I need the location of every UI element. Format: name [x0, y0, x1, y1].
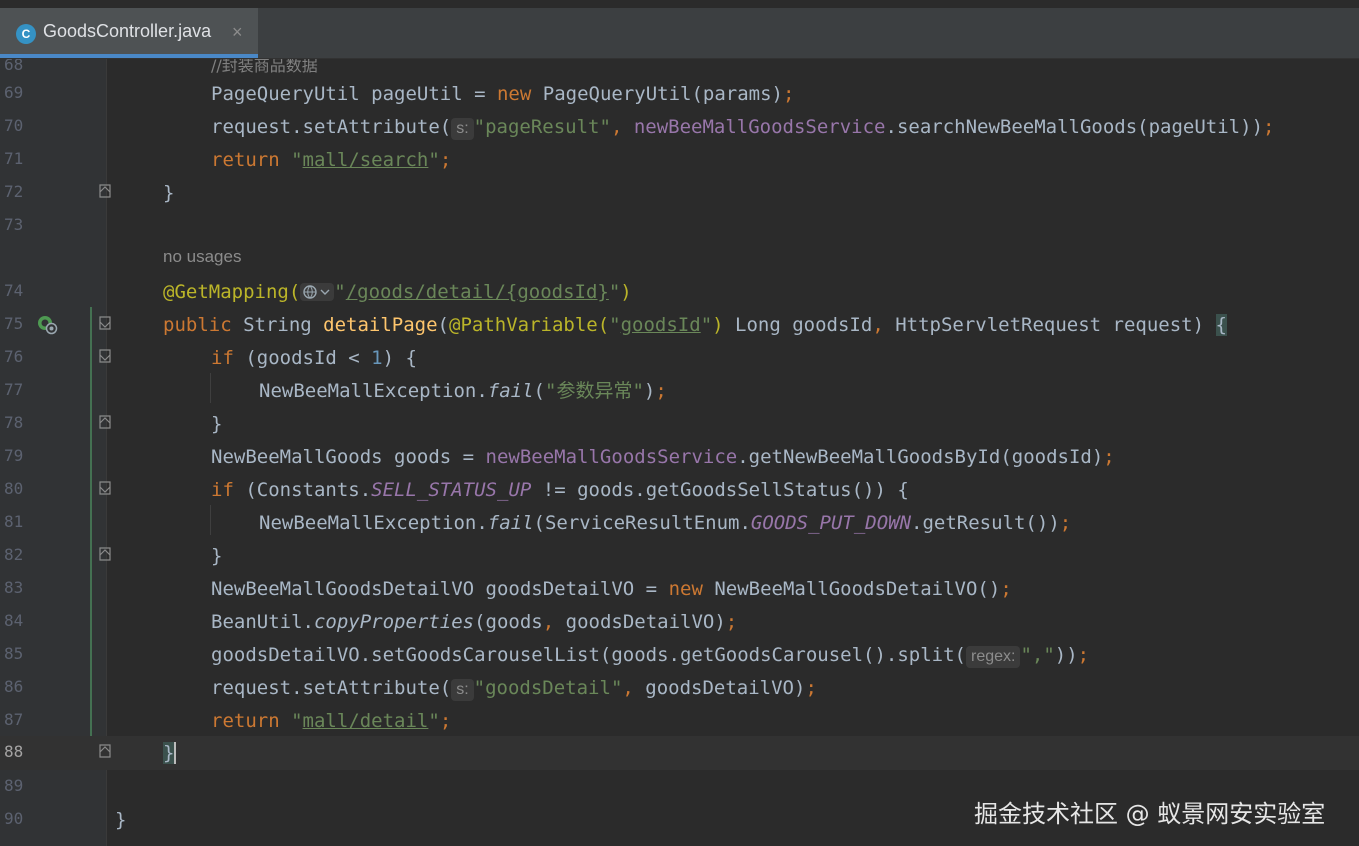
- ide-window: C GoodsController.java × 68 //封装商品数据 69 …: [0, 0, 1359, 846]
- fold-start-icon[interactable]: [99, 481, 111, 495]
- line-number: 89: [4, 776, 24, 795]
- code-text: }: [163, 182, 175, 204]
- code-line-70: 70 request.setAttribute(s: "pageResult", …: [0, 110, 1359, 143]
- code-line-75: 75 public String detailPage(@PathVariabl…: [0, 308, 1359, 341]
- param-hint: regex:: [965, 646, 1021, 668]
- globe-icon[interactable]: [300, 283, 335, 301]
- line-number: 74: [4, 281, 24, 300]
- java-class-icon: C: [16, 24, 36, 44]
- fold-end-icon[interactable]: [99, 744, 111, 758]
- code-text: NewBeeMallGoodsDetailVO goodsDetailVO = …: [211, 578, 1012, 600]
- line-number: 70: [4, 116, 24, 135]
- line-number: 69: [4, 83, 24, 102]
- code-text: PageQueryUtil pageUtil = new PageQueryUt…: [211, 83, 795, 105]
- line-number: 81: [4, 512, 24, 531]
- code-line-85: 85 goodsDetailVO.setGoodsCarouselList(go…: [0, 638, 1359, 671]
- code-text: }: [163, 742, 177, 764]
- code-line-78: 78 }: [0, 407, 1359, 440]
- editor-tab-bar: C GoodsController.java ×: [0, 8, 1359, 59]
- code-line-74: 74 @GetMapping("/goods/detail/{goodsId}"…: [0, 275, 1359, 308]
- code-line-73: 73: [0, 209, 1359, 242]
- param-hint: s:: [451, 118, 474, 140]
- line-number: 71: [4, 149, 24, 168]
- line-number: 75: [4, 314, 24, 333]
- code-text: }: [211, 545, 223, 567]
- watermark: 掘金技术社区 @ 蚁景网安实验室: [974, 800, 1326, 828]
- line-number: 90: [4, 809, 24, 828]
- fold-start-icon[interactable]: [99, 349, 111, 363]
- param-hint: s:: [451, 679, 474, 701]
- top-strip: [0, 0, 1359, 8]
- line-number: 68: [4, 59, 24, 74]
- code-line-84: 84 BeanUtil.copyProperties(goods, goodsD…: [0, 605, 1359, 638]
- line-number: 83: [4, 578, 24, 597]
- line-number: 84: [4, 611, 24, 630]
- code-line-72: 72 }: [0, 176, 1359, 209]
- fold-end-icon[interactable]: [99, 184, 111, 198]
- code-line-87: 87 return "mall/detail";: [0, 704, 1359, 737]
- code-text: public String detailPage(@PathVariable("…: [163, 314, 1227, 336]
- code-text: NewBeeMallException.fail("参数异常");: [259, 380, 667, 402]
- line-number: 79: [4, 446, 24, 465]
- tab-title: GoodsController.java: [43, 21, 212, 41]
- code-line-83: 83 NewBeeMallGoodsDetailVO goodsDetailVO…: [0, 572, 1359, 605]
- code-line-88-current: 88 }: [0, 736, 1359, 770]
- code-line-71: 71 return "mall/search";: [0, 143, 1359, 176]
- code-text: if (goodsId < 1) {: [211, 347, 417, 369]
- line-number: 85: [4, 644, 24, 663]
- line-number: 80: [4, 479, 24, 498]
- code-line-82: 82 }: [0, 539, 1359, 572]
- code-text: request.setAttribute(s: "pageResult", new…: [211, 116, 1275, 140]
- code-text: return "mall/detail";: [211, 710, 452, 732]
- line-number: 77: [4, 380, 24, 399]
- code-line-86: 86 request.setAttribute(s: "goodsDetail",…: [0, 671, 1359, 704]
- code-text: request.setAttribute(s: "goodsDetail", go…: [211, 677, 817, 701]
- code-text: if (Constants.SELL_STATUS_UP != goods.ge…: [211, 479, 909, 501]
- fold-start-icon[interactable]: [99, 316, 111, 330]
- code-comment: //封装商品数据: [211, 59, 318, 75]
- code-line-77: 77 NewBeeMallException.fail("参数异常");: [0, 374, 1359, 407]
- line-number: 87: [4, 710, 24, 729]
- line-number: 88: [4, 742, 24, 761]
- code-line-76: 76 if (goodsId < 1) {: [0, 341, 1359, 374]
- fold-end-icon[interactable]: [99, 415, 111, 429]
- fold-end-icon[interactable]: [99, 547, 111, 561]
- code-text: }: [211, 413, 223, 435]
- code-text: NewBeeMallException.fail(ServiceResultEn…: [259, 512, 1072, 534]
- line-number: 72: [4, 182, 24, 201]
- code-line-79: 79 NewBeeMallGoods goods = newBeeMallGoo…: [0, 440, 1359, 473]
- close-icon[interactable]: ×: [232, 22, 243, 43]
- line-number: 82: [4, 545, 24, 564]
- code-text: }: [115, 809, 127, 831]
- line-number: 78: [4, 413, 24, 432]
- line-number: 76: [4, 347, 24, 366]
- text-caret: [174, 742, 177, 764]
- code-text: NewBeeMallGoods goods = newBeeMallGoodsS…: [211, 446, 1115, 468]
- code-editor[interactable]: 68 //封装商品数据 69 PageQueryUtil pageUtil = …: [0, 59, 1359, 846]
- code-text: @GetMapping("/goods/detail/{goodsId}"): [163, 281, 632, 303]
- code-line-81: 81 NewBeeMallException.fail(ServiceResul…: [0, 506, 1359, 539]
- line-number: 86: [4, 677, 24, 696]
- line-number: 73: [4, 215, 24, 234]
- tab-goods-controller[interactable]: C GoodsController.java ×: [0, 8, 258, 58]
- usages-hint[interactable]: no usages: [163, 247, 241, 267]
- active-tab-indicator: [0, 54, 258, 58]
- code-line-80: 80 if (Constants.SELL_STATUS_UP != goods…: [0, 473, 1359, 506]
- code-line-69: 69 PageQueryUtil pageUtil = new PageQuer…: [0, 77, 1359, 110]
- code-text: goodsDetailVO.setGoodsCarouselList(goods…: [211, 644, 1090, 668]
- code-text: return "mall/search";: [211, 149, 452, 171]
- code-text: BeanUtil.copyProperties(goods, goodsDeta…: [211, 611, 738, 633]
